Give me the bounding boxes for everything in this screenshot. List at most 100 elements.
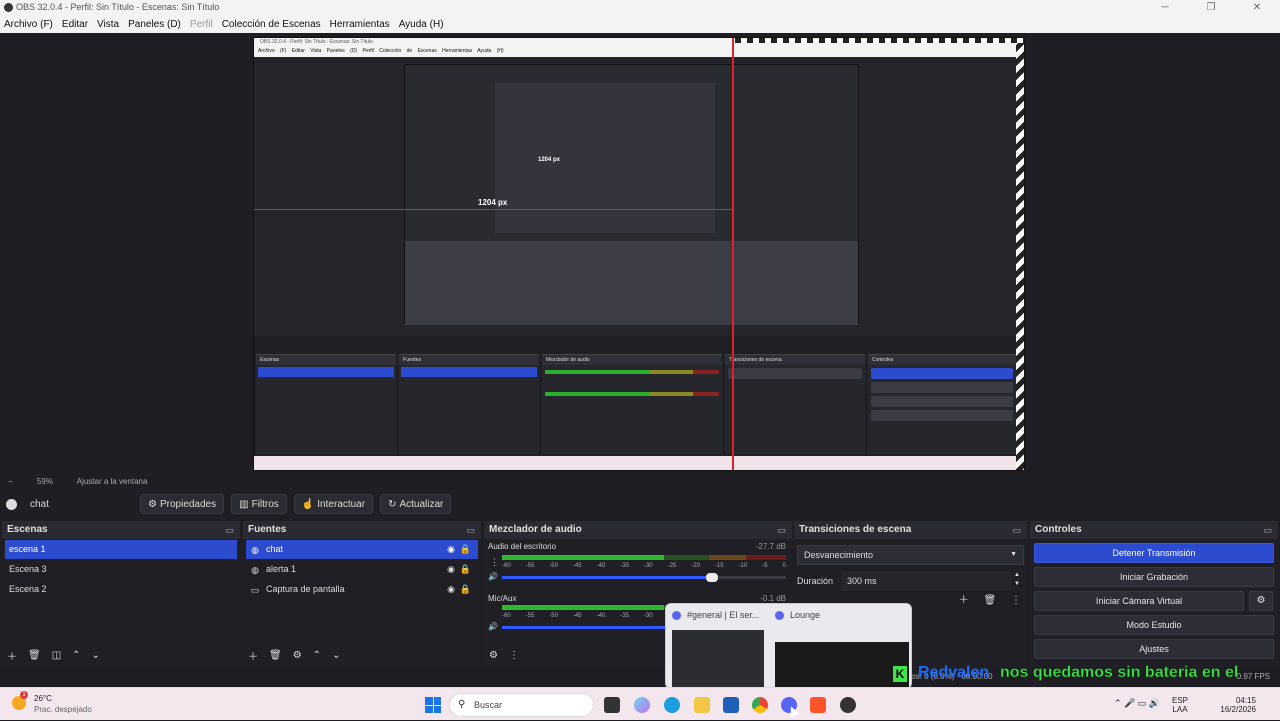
menu-editar[interactable]: Editar	[62, 19, 88, 30]
move-up-icon[interactable]: ⌃	[72, 650, 80, 661]
source-item[interactable]: ◍ alerta 1 ◉ 🔒	[246, 560, 478, 579]
lock-icon[interactable]: 🔒	[460, 540, 471, 559]
scene-item[interactable]: escena 1	[5, 540, 237, 559]
start-virtual-camera-button[interactable]: Iniciar Cámara Virtual ⚙	[1034, 591, 1273, 611]
duration-spinner-icon[interactable]: ▲ ▼	[1014, 571, 1020, 589]
speaker-icon[interactable]: 🔊	[488, 572, 498, 581]
preview-thumbnail-lounge[interactable]	[775, 642, 909, 688]
volume-knob[interactable]	[706, 573, 719, 582]
transition-menu-icon[interactable]: ⋮	[1011, 595, 1021, 606]
zoom-minus-button[interactable]: −	[8, 477, 13, 486]
source-properties-icon[interactable]: ⚙	[293, 650, 302, 661]
add-source-icon[interactable]: ＋	[248, 648, 258, 663]
start-recording-button[interactable]: Iniciar Grabación	[1034, 567, 1274, 587]
visibility-eye-icon[interactable]: ◉	[447, 580, 455, 599]
copilot-icon[interactable]	[634, 697, 650, 713]
menu-coleccion-escenas[interactable]: Colección de Escenas	[222, 19, 321, 30]
file-explorer-icon[interactable]	[694, 697, 710, 713]
remove-source-icon[interactable]: 🗑	[269, 650, 282, 661]
studio-mode-button[interactable]: Modo Estudio	[1034, 615, 1274, 635]
chrome-icon[interactable]	[752, 697, 768, 713]
taskbar-search[interactable]: ⚲ Buscar	[449, 693, 594, 717]
obs-taskbar-icon[interactable]	[840, 697, 856, 713]
add-transition-icon[interactable]: ＋	[959, 595, 969, 606]
source-item[interactable]: ◍ chat ◉ 🔒	[246, 540, 478, 559]
duration-input[interactable]: 300 ms	[841, 571, 1012, 591]
preview-thumbnail-general[interactable]	[672, 630, 764, 688]
scale-tick: -60	[502, 563, 511, 569]
tray-icons[interactable]: ⌃ 🎤 ▭ 🔊	[1114, 698, 1160, 709]
edge-icon[interactable]	[664, 697, 680, 713]
lock-icon[interactable]: 🔒	[460, 560, 471, 579]
menu-ayuda[interactable]: Ayuda (H)	[399, 19, 444, 30]
browser-source-icon	[6, 498, 17, 510]
refresh-button[interactable]: ↻ Actualizar	[380, 494, 452, 514]
kick-icon: K	[893, 666, 907, 682]
zoom-fit-dropdown[interactable]: Ajustar a la ventana	[77, 477, 148, 486]
move-down-icon[interactable]: ⌄	[332, 650, 340, 661]
move-up-icon[interactable]: ⌃	[313, 650, 321, 661]
dock-undock-icon[interactable]: ▭	[1263, 521, 1272, 539]
settings-button[interactable]: Ajustes	[1034, 639, 1274, 659]
move-down-icon[interactable]: ⌄	[92, 650, 100, 661]
menu-archivo[interactable]: Archivo (F)	[4, 19, 53, 30]
scene-item[interactable]: Escena 3	[5, 560, 237, 579]
weather-widget[interactable]: 1 26°C Prac. despejado	[12, 691, 92, 715]
duration-row: Duración 300 ms ▲ ▼	[797, 571, 1024, 591]
dock-undock-icon[interactable]: ▭	[225, 521, 234, 539]
properties-button[interactable]: ⚙ Propiedades	[140, 494, 225, 514]
lock-icon[interactable]: 🔒	[460, 580, 471, 599]
brave-icon[interactable]	[810, 697, 826, 713]
scenes-dock: Escenas ▭ escena 1 Escena 3 Escena 2 ＋ 🗑 …	[2, 521, 240, 667]
source-item[interactable]: ▭ Captura de pantalla ◉ 🔒	[246, 580, 478, 599]
task-view-icon[interactable]	[604, 697, 620, 713]
preview-tab-lounge[interactable]: Lounge	[775, 610, 820, 620]
nested-sources-panel: Fuentes	[399, 354, 539, 454]
advanced-audio-icon[interactable]: ⚙	[489, 650, 498, 661]
track-name: Mic/Aux	[488, 594, 517, 603]
scene-filters-icon[interactable]: ◫	[52, 650, 61, 661]
browser-icon: ◍	[251, 564, 259, 575]
dock-undock-icon[interactable]: ▭	[777, 521, 786, 539]
stop-streaming-button[interactable]: Detener Transmisión	[1034, 543, 1274, 563]
scene-label: Escena 3	[9, 564, 47, 574]
menu-vista[interactable]: Vista	[97, 19, 119, 30]
scale-tick: 0	[782, 563, 786, 569]
dock-undock-icon[interactable]: ▭	[1012, 521, 1021, 539]
minimize-button[interactable]: ─	[1142, 0, 1188, 15]
maximize-button[interactable]: ❐	[1188, 0, 1234, 15]
program-preview[interactable]: OBS 32.0.4 - Perfil: Sin Título - Escena…	[253, 37, 1025, 471]
scene-item[interactable]: Escena 2	[5, 580, 237, 599]
virtual-camera-settings-gear-icon[interactable]: ⚙	[1249, 591, 1273, 611]
sources-dock: Fuentes ▭ ◍ chat ◉ 🔒 ◍ alerta 1 ◉ 🔒 ▭ Captura de…	[243, 521, 481, 667]
store-icon[interactable]	[723, 697, 739, 713]
lang-layout: LAA	[1172, 705, 1188, 714]
volume-slider[interactable]	[502, 573, 786, 582]
speaker-icon[interactable]: 🔊	[488, 622, 498, 631]
mixer-menu-icon[interactable]: ⋮	[509, 650, 519, 661]
input-language[interactable]: ESP LAA	[1172, 696, 1188, 714]
menu-paneles[interactable]: Paneles (D)	[128, 19, 181, 30]
nested-sources-head: Fuentes	[399, 355, 539, 365]
browser-icon: ◍	[251, 544, 259, 555]
add-scene-icon[interactable]: ＋	[7, 648, 17, 663]
menu-herramientas[interactable]: Herramientas	[330, 19, 390, 30]
visibility-eye-icon[interactable]: ◉	[447, 560, 455, 579]
windows-start-icon[interactable]	[425, 697, 441, 713]
preview-tab-general[interactable]: #general | El ser...	[672, 610, 759, 620]
scale-tick: -10	[738, 563, 748, 569]
guide-line-horizontal	[254, 209, 732, 210]
transition-select[interactable]: Desvanecimiento ▼	[797, 545, 1024, 565]
clock[interactable]: 04:15 16/2/2026	[1220, 696, 1256, 714]
remove-transition-icon[interactable]: 🗑	[984, 595, 997, 606]
filters-button[interactable]: ▥ Filtros	[231, 494, 287, 514]
menu-perfil[interactable]: Perfil	[190, 19, 213, 30]
track-menu-icon[interactable]: ⋮	[490, 557, 499, 568]
close-button[interactable]: ✕	[1234, 0, 1280, 15]
clock-date: 16/2/2026	[1220, 705, 1256, 714]
source-toolbar: chat ⚙ Propiedades ▥ Filtros ☝ Interactuar …	[0, 491, 1280, 517]
remove-scene-icon[interactable]: 🗑	[28, 650, 41, 661]
dock-undock-icon[interactable]: ▭	[466, 521, 475, 539]
visibility-eye-icon[interactable]: ◉	[447, 540, 455, 559]
interact-button[interactable]: ☝ Interactuar	[293, 494, 374, 514]
